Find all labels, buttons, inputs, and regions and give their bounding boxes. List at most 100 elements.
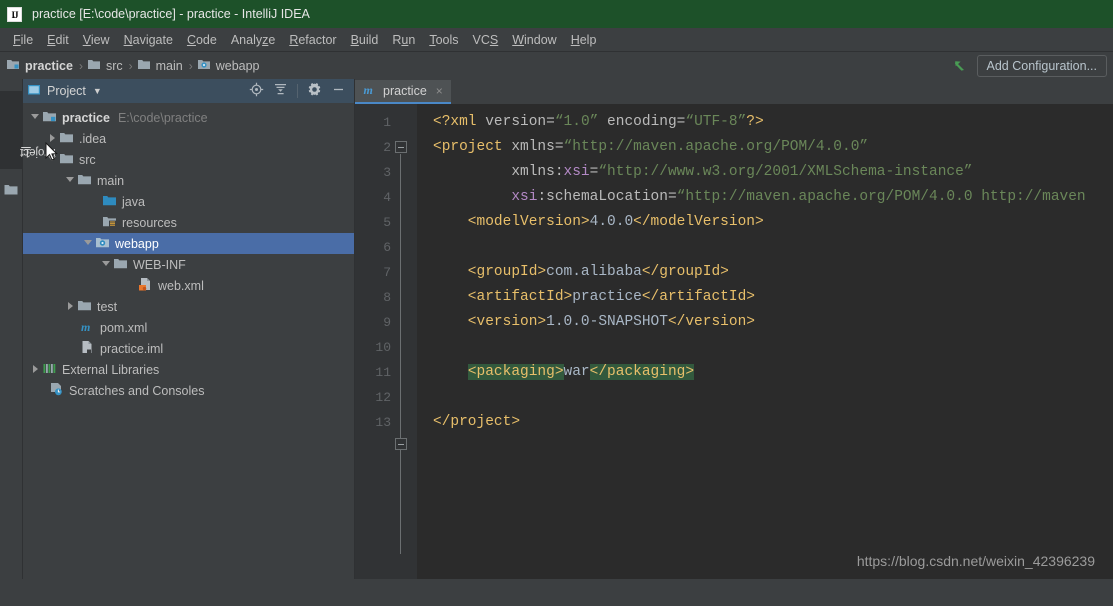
menu-window[interactable]: Window	[505, 33, 563, 47]
code-content[interactable]: <?xml version=“1.0” encoding=“UTF-8”?> <…	[417, 104, 1113, 579]
folder-icon	[87, 58, 101, 74]
editor-tab-practice[interactable]: m practice ×	[355, 80, 451, 104]
menu-analyze[interactable]: Analyze	[224, 33, 282, 47]
code-seg: :schemaLocation=	[537, 189, 677, 205]
code-seg: xmlns:	[433, 164, 564, 180]
code-seg-highlighted: </packaging>	[589, 364, 695, 380]
svg-text:m: m	[81, 320, 90, 333]
iml-icon	[80, 340, 95, 357]
expand-arrow-down-icon[interactable]	[102, 259, 113, 270]
code-seg: xsi	[511, 189, 538, 205]
code-seg: “http://maven.apache.org/POM/4.0.0 http:…	[676, 189, 1086, 205]
code-seg: “http://maven.apache.org/POM/4.0.0”	[563, 139, 869, 155]
breadcrumb-webapp-label: webapp	[215, 58, 260, 73]
tree-row-scratches[interactable]: Scratches and Consoles	[23, 380, 354, 401]
breadcrumb-webapp[interactable]: webapp	[197, 58, 260, 74]
tree-row-test[interactable]: test	[23, 296, 354, 317]
code-seg: war	[563, 364, 590, 380]
tree-row-webxml[interactable]: web.xml	[23, 275, 354, 296]
tree-row-java[interactable]: java	[23, 191, 354, 212]
breadcrumb-main-label: main	[155, 58, 183, 73]
menu-help[interactable]: Help	[564, 33, 604, 47]
project-panel-title: Project	[47, 84, 86, 98]
editor-gutter: 1 2 3 4 5 6 7 8 9 10 11 12 13	[355, 104, 417, 579]
menu-edit[interactable]: Edit	[40, 33, 76, 47]
structure-folder-icon[interactable]	[4, 184, 18, 199]
menu-run[interactable]: Run	[385, 33, 422, 47]
menu-navigate[interactable]: Navigate	[117, 33, 180, 47]
menu-build[interactable]: Build	[344, 33, 386, 47]
resources-folder-icon	[102, 215, 117, 231]
tree-label-pomxml: pom.xml	[100, 320, 148, 335]
code-line-1: <?xml version=“1.0” encoding=“UTF-8”?>	[417, 110, 1113, 135]
add-configuration-button[interactable]: Add Configuration...	[976, 54, 1107, 77]
fold-marker-project-open[interactable]	[391, 135, 417, 160]
project-panel-header: Project ▼	[23, 79, 354, 103]
expand-arrow-down-icon[interactable]	[84, 238, 95, 249]
code-seg: </project>	[433, 414, 521, 430]
code-line-7: <groupId>com.alibaba</groupId>	[417, 260, 1113, 285]
breadcrumb-main[interactable]: main	[137, 58, 183, 74]
tree-row-practiceiml[interactable]: practice.iml	[23, 338, 354, 359]
project-tree: practice E:\code\practice .idea src main…	[23, 103, 354, 579]
tree-row-main[interactable]: main	[23, 170, 354, 191]
fold-marker-project-close[interactable]	[391, 432, 417, 457]
folder-icon	[77, 173, 92, 189]
chevron-down-icon[interactable]: ▼	[93, 86, 102, 96]
collapse-all-icon[interactable]	[273, 82, 288, 100]
tree-row-webapp[interactable]: webapp	[23, 233, 354, 254]
menu-vcs[interactable]: VCS	[466, 33, 506, 47]
tree-sublabel-practice-path: E:\code\practice	[117, 110, 208, 125]
tree-label-practice: practice	[62, 110, 110, 125]
code-line-5: <modelVersion>4.0.0</modelVersion>	[417, 210, 1113, 235]
tree-label-test: test	[97, 299, 118, 314]
editor-area: m practice × 1 2 3 4 5 6 7 8 9 10 11 12 …	[355, 79, 1113, 579]
breadcrumb-src-label: src	[105, 58, 123, 73]
expand-arrow-down-icon[interactable]	[66, 175, 77, 186]
code-editor[interactable]: 1 2 3 4 5 6 7 8 9 10 11 12 13 <?xml vers…	[355, 104, 1113, 579]
tool-window-button-project[interactable]: 1: Project	[0, 91, 56, 169]
tree-row-webinf[interactable]: WEB-INF	[23, 254, 354, 275]
code-seg	[433, 364, 468, 380]
breadcrumb-separator: ›	[128, 58, 133, 73]
run-arrow-icon[interactable]	[951, 57, 969, 75]
code-seg: “http://www.w3.org/2001/XMLSchema-instan…	[598, 164, 973, 180]
tree-label-idea: .idea	[79, 131, 107, 146]
code-seg: <project	[433, 139, 512, 155]
hide-window-icon[interactable]	[331, 82, 346, 100]
menu-code[interactable]: Code	[180, 33, 224, 47]
intellij-idea-window: IJ practice [E:\code\practice] - practic…	[0, 0, 1113, 606]
locate-icon[interactable]	[249, 82, 264, 100]
tree-row-practice[interactable]: practice E:\code\practice	[23, 107, 354, 128]
tree-row-pomxml[interactable]: m pom.xml	[23, 317, 354, 338]
libraries-icon	[42, 362, 57, 378]
code-seg: ?>	[746, 114, 764, 130]
menu-view[interactable]: View	[76, 33, 117, 47]
expand-arrow-right-icon[interactable]	[66, 301, 77, 312]
tree-label-scratches: Scratches and Consoles	[69, 383, 205, 398]
expand-arrow-right-icon[interactable]	[31, 364, 42, 375]
editor-tab-bar: m practice ×	[355, 79, 1113, 104]
code-seg: </groupId>	[641, 264, 729, 280]
menu-refactor[interactable]: Refactor	[282, 33, 343, 47]
settings-gear-icon[interactable]	[307, 82, 322, 100]
menu-tools[interactable]: Tools	[422, 33, 465, 47]
expand-arrow-down-icon[interactable]	[31, 112, 42, 123]
code-seg: version=	[485, 114, 555, 130]
breadcrumb-practice[interactable]: practice	[6, 58, 73, 74]
svg-text:m: m	[364, 83, 373, 96]
code-seg: “1.0”	[554, 114, 599, 130]
tree-row-external-libraries[interactable]: External Libraries	[23, 359, 354, 380]
tree-row-resources[interactable]: resources	[23, 212, 354, 233]
folder-icon	[59, 131, 74, 147]
tree-label-java: java	[122, 194, 145, 209]
code-seg: com.alibaba	[546, 264, 642, 280]
expand-arrow-right-icon[interactable]	[48, 133, 59, 144]
tree-label-webapp: webapp	[115, 236, 159, 251]
breadcrumb-src[interactable]: src	[87, 58, 123, 74]
close-icon[interactable]: ×	[436, 84, 443, 98]
menu-file[interactable]: File	[6, 33, 40, 47]
navbar-right-controls: Add Configuration...	[951, 52, 1107, 79]
expand-arrow-down-icon[interactable]	[48, 154, 59, 165]
